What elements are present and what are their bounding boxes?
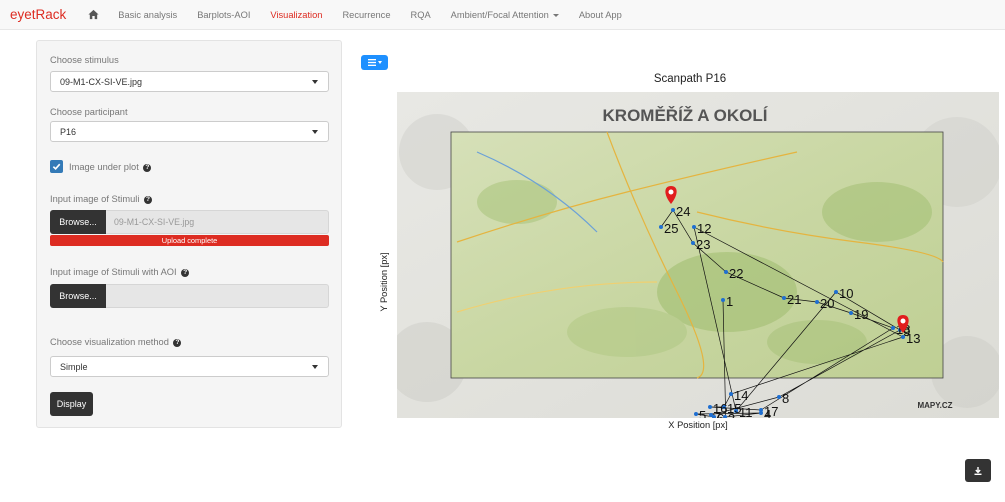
fixation-label: 19 [854,307,868,322]
download-button[interactable] [965,459,991,482]
fixation-label: 24 [676,204,690,219]
fixation-label: 5 [699,408,706,418]
fixation-label: 10 [839,286,853,301]
fixation-label: 16 [713,401,727,416]
participant-select[interactable]: P16 [50,121,329,142]
fixation-point [782,296,786,300]
input-aoi-label: Input image of Stimuli with AOI ? [50,267,190,277]
nav-rqa[interactable]: RQA [411,10,431,20]
nav-basic-analysis[interactable]: Basic analysis [118,10,177,20]
fixation-point [891,326,895,330]
fixation-label: 22 [729,266,743,281]
x-axis-label: X Position [px] [668,420,728,430]
chevron-down-icon [377,61,382,64]
fixation-point [759,408,763,412]
chevron-down-icon [312,365,318,369]
help-icon[interactable]: ? [181,268,190,277]
fixation-point [708,405,712,409]
method-select[interactable]: Simple [50,356,329,377]
map-brand: MAPY.CZ [917,401,952,410]
chevron-down-icon [312,130,318,134]
input-image-label: Input image of Stimuli ? [50,194,152,204]
display-button[interactable]: Display [50,392,93,416]
nav-visualization[interactable]: Visualization [270,10,322,20]
fixation-label: 23 [696,237,710,252]
stimulus-label: Choose stimulus [50,55,119,65]
input-image-file: Browse... 09-M1-CX-SI-VE.jpg [50,210,329,234]
upload-progress-bar: Upload complete [50,235,329,246]
check-icon [52,163,61,171]
fixation-point [834,290,838,294]
fixation-point [694,412,698,416]
fixation-point [777,395,781,399]
chevron-down-icon [312,80,318,84]
fixation-point [671,208,675,212]
nav-ambient-label: Ambient/Focal Attention [450,9,549,20]
scanpath-plot: KROMĚŘÍŽ A OKOLÍ MAPY.CZ 123456789101112… [397,92,999,418]
stimulus-select-value: 09-M1-CX-SI-VE.jpg [60,77,143,87]
fixation-label: 1 [726,294,733,309]
fixation-label: 17 [764,404,778,418]
map-inner-area [450,131,944,379]
brand[interactable]: eyetRack [10,7,66,22]
fixation-point [729,392,733,396]
fixation-label: 15 [727,401,741,416]
sidebar-panel: Choose stimulus 09-M1-CX-SI-VE.jpg Choos… [36,40,342,428]
image-under-plot-checkbox[interactable] [50,160,63,173]
help-icon[interactable]: ? [144,195,152,204]
fixation-label: 25 [664,221,678,236]
fixation-point [721,298,725,302]
chevron-down-icon [552,13,559,17]
home-icon[interactable] [88,9,100,21]
participant-label: Choose participant [50,107,128,117]
fixation-point [849,311,853,315]
help-icon[interactable]: ? [143,163,152,172]
method-label: Choose visualization method ? [50,337,182,347]
download-icon [974,466,982,475]
map-pin-center [900,318,906,324]
method-select-value: Simple [60,362,88,372]
fixation-point [692,225,696,229]
help-icon[interactable]: ? [173,338,182,347]
menu-icon [367,59,376,66]
fixation-point [659,225,663,229]
input-aoi-filename [106,284,329,308]
image-under-plot-label: Image under plot ? [69,162,152,172]
stimulus-select[interactable]: 09-M1-CX-SI-VE.jpg [50,71,329,92]
input-aoi-file: Browse... [50,284,329,308]
nav-about-app[interactable]: About App [579,10,622,20]
participant-select-value: P16 [60,127,77,137]
nav-ambient-focal-attention[interactable]: Ambient/Focal Attention [451,10,559,20]
map-heading: KROMĚŘÍŽ A OKOLÍ [603,106,769,125]
y-axis-label: Y Position [px] [379,252,389,312]
map-pin-center [668,189,674,195]
fixation-point [691,241,695,245]
nav-barplots-aoi[interactable]: Barplots-AOI [197,10,250,20]
browse-button[interactable]: Browse... [50,210,106,234]
input-image-filename: 09-M1-CX-SI-VE.jpg [106,210,329,234]
fixation-label: 21 [787,292,801,307]
fixation-point [724,270,728,274]
navbar: eyetRack Basic analysis Barplots-AOI Vis… [0,0,1005,30]
aoi-browse-button[interactable]: Browse... [50,284,106,308]
nav-recurrence[interactable]: Recurrence [342,10,390,20]
fixation-label: 8 [782,391,789,406]
fixation-label: 20 [820,296,834,311]
fixation-label: 12 [697,221,711,236]
plot-menu-button[interactable] [361,55,388,70]
plot-title: Scanpath P16 [653,73,727,85]
fixation-point [815,300,819,304]
